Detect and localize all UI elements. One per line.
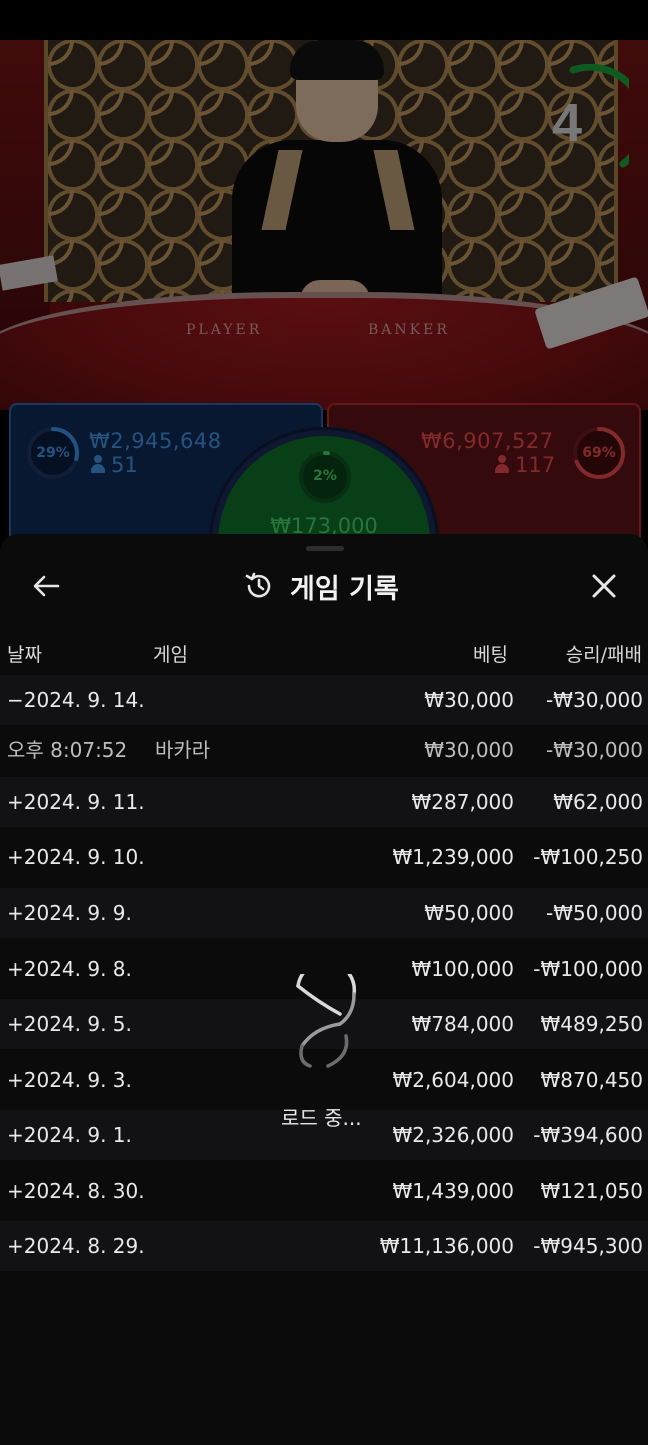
- date-cell: +2024. 9. 11.: [7, 790, 145, 814]
- loading-spinner-icon: [296, 974, 357, 1068]
- date-cell: +2024. 9. 8.: [7, 957, 132, 981]
- history-date-row[interactable]: +2024. 8. 30. ₩1,439,000 ₩121,050: [0, 1166, 648, 1216]
- column-header-game: 게임: [153, 644, 188, 666]
- result-amount-cell: -₩100,250: [533, 845, 643, 869]
- bet-amount-cell: ₩2,604,000: [392, 1068, 514, 1092]
- column-header-result: 승리/패배: [565, 644, 642, 666]
- history-date-row[interactable]: +2024. 9. 11. ₩287,000 ₩62,000: [0, 777, 648, 827]
- bet-amount-cell: ₩30,000: [424, 688, 514, 712]
- history-date-row[interactable]: +2024. 8. 29. ₩11,136,000 -₩945,300: [0, 1221, 648, 1271]
- sheet-drag-handle[interactable]: [306, 546, 344, 551]
- result-amount-cell: ₩489,250: [540, 1012, 643, 1036]
- history-date-row[interactable]: +2024. 9. 10. ₩1,239,000 -₩100,250: [0, 832, 648, 882]
- history-date-row[interactable]: +2024. 9. 9. ₩50,000 -₩50,000: [0, 888, 648, 938]
- history-date-row[interactable]: −2024. 9. 14. ₩30,000 -₩30,000: [0, 675, 648, 725]
- history-icon: [245, 572, 271, 598]
- result-amount-cell: ₩870,450: [540, 1068, 643, 1092]
- date-cell: +2024. 9. 10.: [7, 845, 145, 869]
- result-amount-cell: ₩62,000: [553, 790, 643, 814]
- result-amount-cell: -₩50,000: [546, 901, 643, 925]
- bet-amount-cell: ₩1,439,000: [392, 1179, 514, 1203]
- game-cell: 바카라: [155, 738, 211, 762]
- result-amount-cell: ₩121,050: [540, 1179, 643, 1203]
- loading-text: 로드 중...: [281, 1106, 362, 1130]
- result-amount-cell: -₩30,000: [546, 688, 643, 712]
- result-amount-cell: -₩100,000: [533, 957, 643, 981]
- bet-amount-cell: ₩11,136,000: [379, 1234, 514, 1258]
- result-amount-cell: -₩30,000: [546, 738, 643, 762]
- arrow-left-icon: [33, 575, 60, 597]
- bet-amount-cell: ₩287,000: [411, 790, 514, 814]
- column-header-bet: 베팅: [473, 644, 508, 666]
- bet-amount-cell: ₩784,000: [411, 1012, 514, 1036]
- bet-amount-cell: ₩1,239,000: [392, 845, 514, 869]
- bet-amount-cell: ₩50,000: [424, 901, 514, 925]
- column-header-date: 날짜: [7, 644, 42, 666]
- page-title: 게임 기록: [290, 573, 399, 605]
- sheet-header: 게임 기록: [244, 566, 399, 606]
- history-detail-row[interactable]: 오후 8:07:52 바카라 ₩30,000 -₩30,000: [0, 725, 648, 775]
- date-cell: 오후 8:07:52: [7, 738, 128, 762]
- bet-amount-cell: ₩100,000: [411, 957, 514, 981]
- date-cell: +2024. 8. 30.: [7, 1179, 145, 1203]
- close-icon: [592, 574, 616, 598]
- date-cell: +2024. 9. 9.: [7, 901, 132, 925]
- date-cell: +2024. 8. 29.: [7, 1234, 145, 1258]
- result-amount-cell: -₩945,300: [533, 1234, 643, 1258]
- game-history-sheet: 게임 기록 날짜 게임 베팅 승리/패배 −2024. 9. 14. ₩30,00…: [0, 534, 648, 1445]
- date-cell: +2024. 9. 1.: [7, 1123, 132, 1147]
- bet-amount-cell: ₩2,326,000: [392, 1123, 514, 1147]
- bet-amount-cell: ₩30,000: [424, 738, 514, 762]
- back-button[interactable]: [28, 568, 64, 604]
- date-cell: +2024. 9. 3.: [7, 1068, 132, 1092]
- result-amount-cell: -₩394,600: [533, 1123, 643, 1147]
- close-button[interactable]: [584, 566, 624, 606]
- date-cell: −2024. 9. 14.: [7, 688, 145, 712]
- date-cell: +2024. 9. 5.: [7, 1012, 132, 1036]
